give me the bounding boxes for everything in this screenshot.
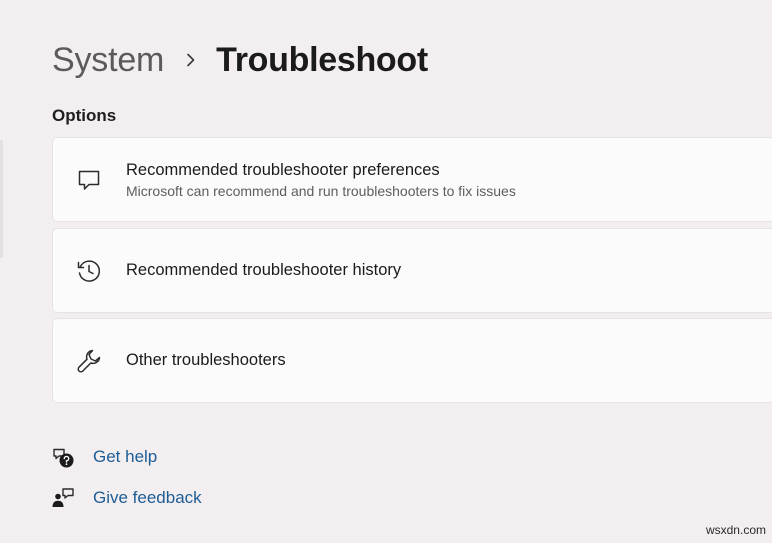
card-description: Microsoft can recommend and run troubles… <box>126 182 516 199</box>
watermark: wsxdn.com <box>705 523 766 537</box>
page-title: Troubleshoot <box>216 40 428 79</box>
other-troubleshooters-card[interactable]: Other troubleshooters <box>52 318 772 403</box>
give-feedback-link[interactable]: Give feedback <box>50 485 202 511</box>
card-text: Other troubleshooters <box>126 351 286 370</box>
breadcrumb-parent[interactable]: System <box>52 41 164 80</box>
breadcrumb: System Troubleshoot <box>52 38 428 82</box>
card-title: Recommended troubleshooter preferences <box>126 160 440 179</box>
nav-pane-edge <box>0 140 3 258</box>
get-help-link[interactable]: Get help <box>50 444 157 470</box>
wrench-icon <box>75 347 103 375</box>
card-title: Recommended troubleshooter history <box>126 261 402 279</box>
give-feedback-label[interactable]: Give feedback <box>93 488 202 508</box>
chat-bubble-icon <box>75 166 103 194</box>
get-help-icon <box>50 444 76 470</box>
card-text: Recommended troubleshooter history <box>126 261 401 280</box>
troubleshooter-history-card[interactable]: Recommended troubleshooter history <box>52 228 772 313</box>
get-help-label[interactable]: Get help <box>93 447 157 467</box>
troubleshooter-preferences-card[interactable]: Recommended troubleshooter preferences M… <box>52 137 772 222</box>
card-title: Other troubleshooters <box>126 351 286 369</box>
give-feedback-icon <box>50 485 76 511</box>
card-text: Recommended troubleshooter preferences M… <box>126 161 516 199</box>
chevron-right-icon <box>186 53 196 67</box>
options-section-title: Options <box>52 106 117 125</box>
settings-page: System Troubleshoot Options Recommended … <box>0 0 772 543</box>
history-icon <box>75 257 103 285</box>
